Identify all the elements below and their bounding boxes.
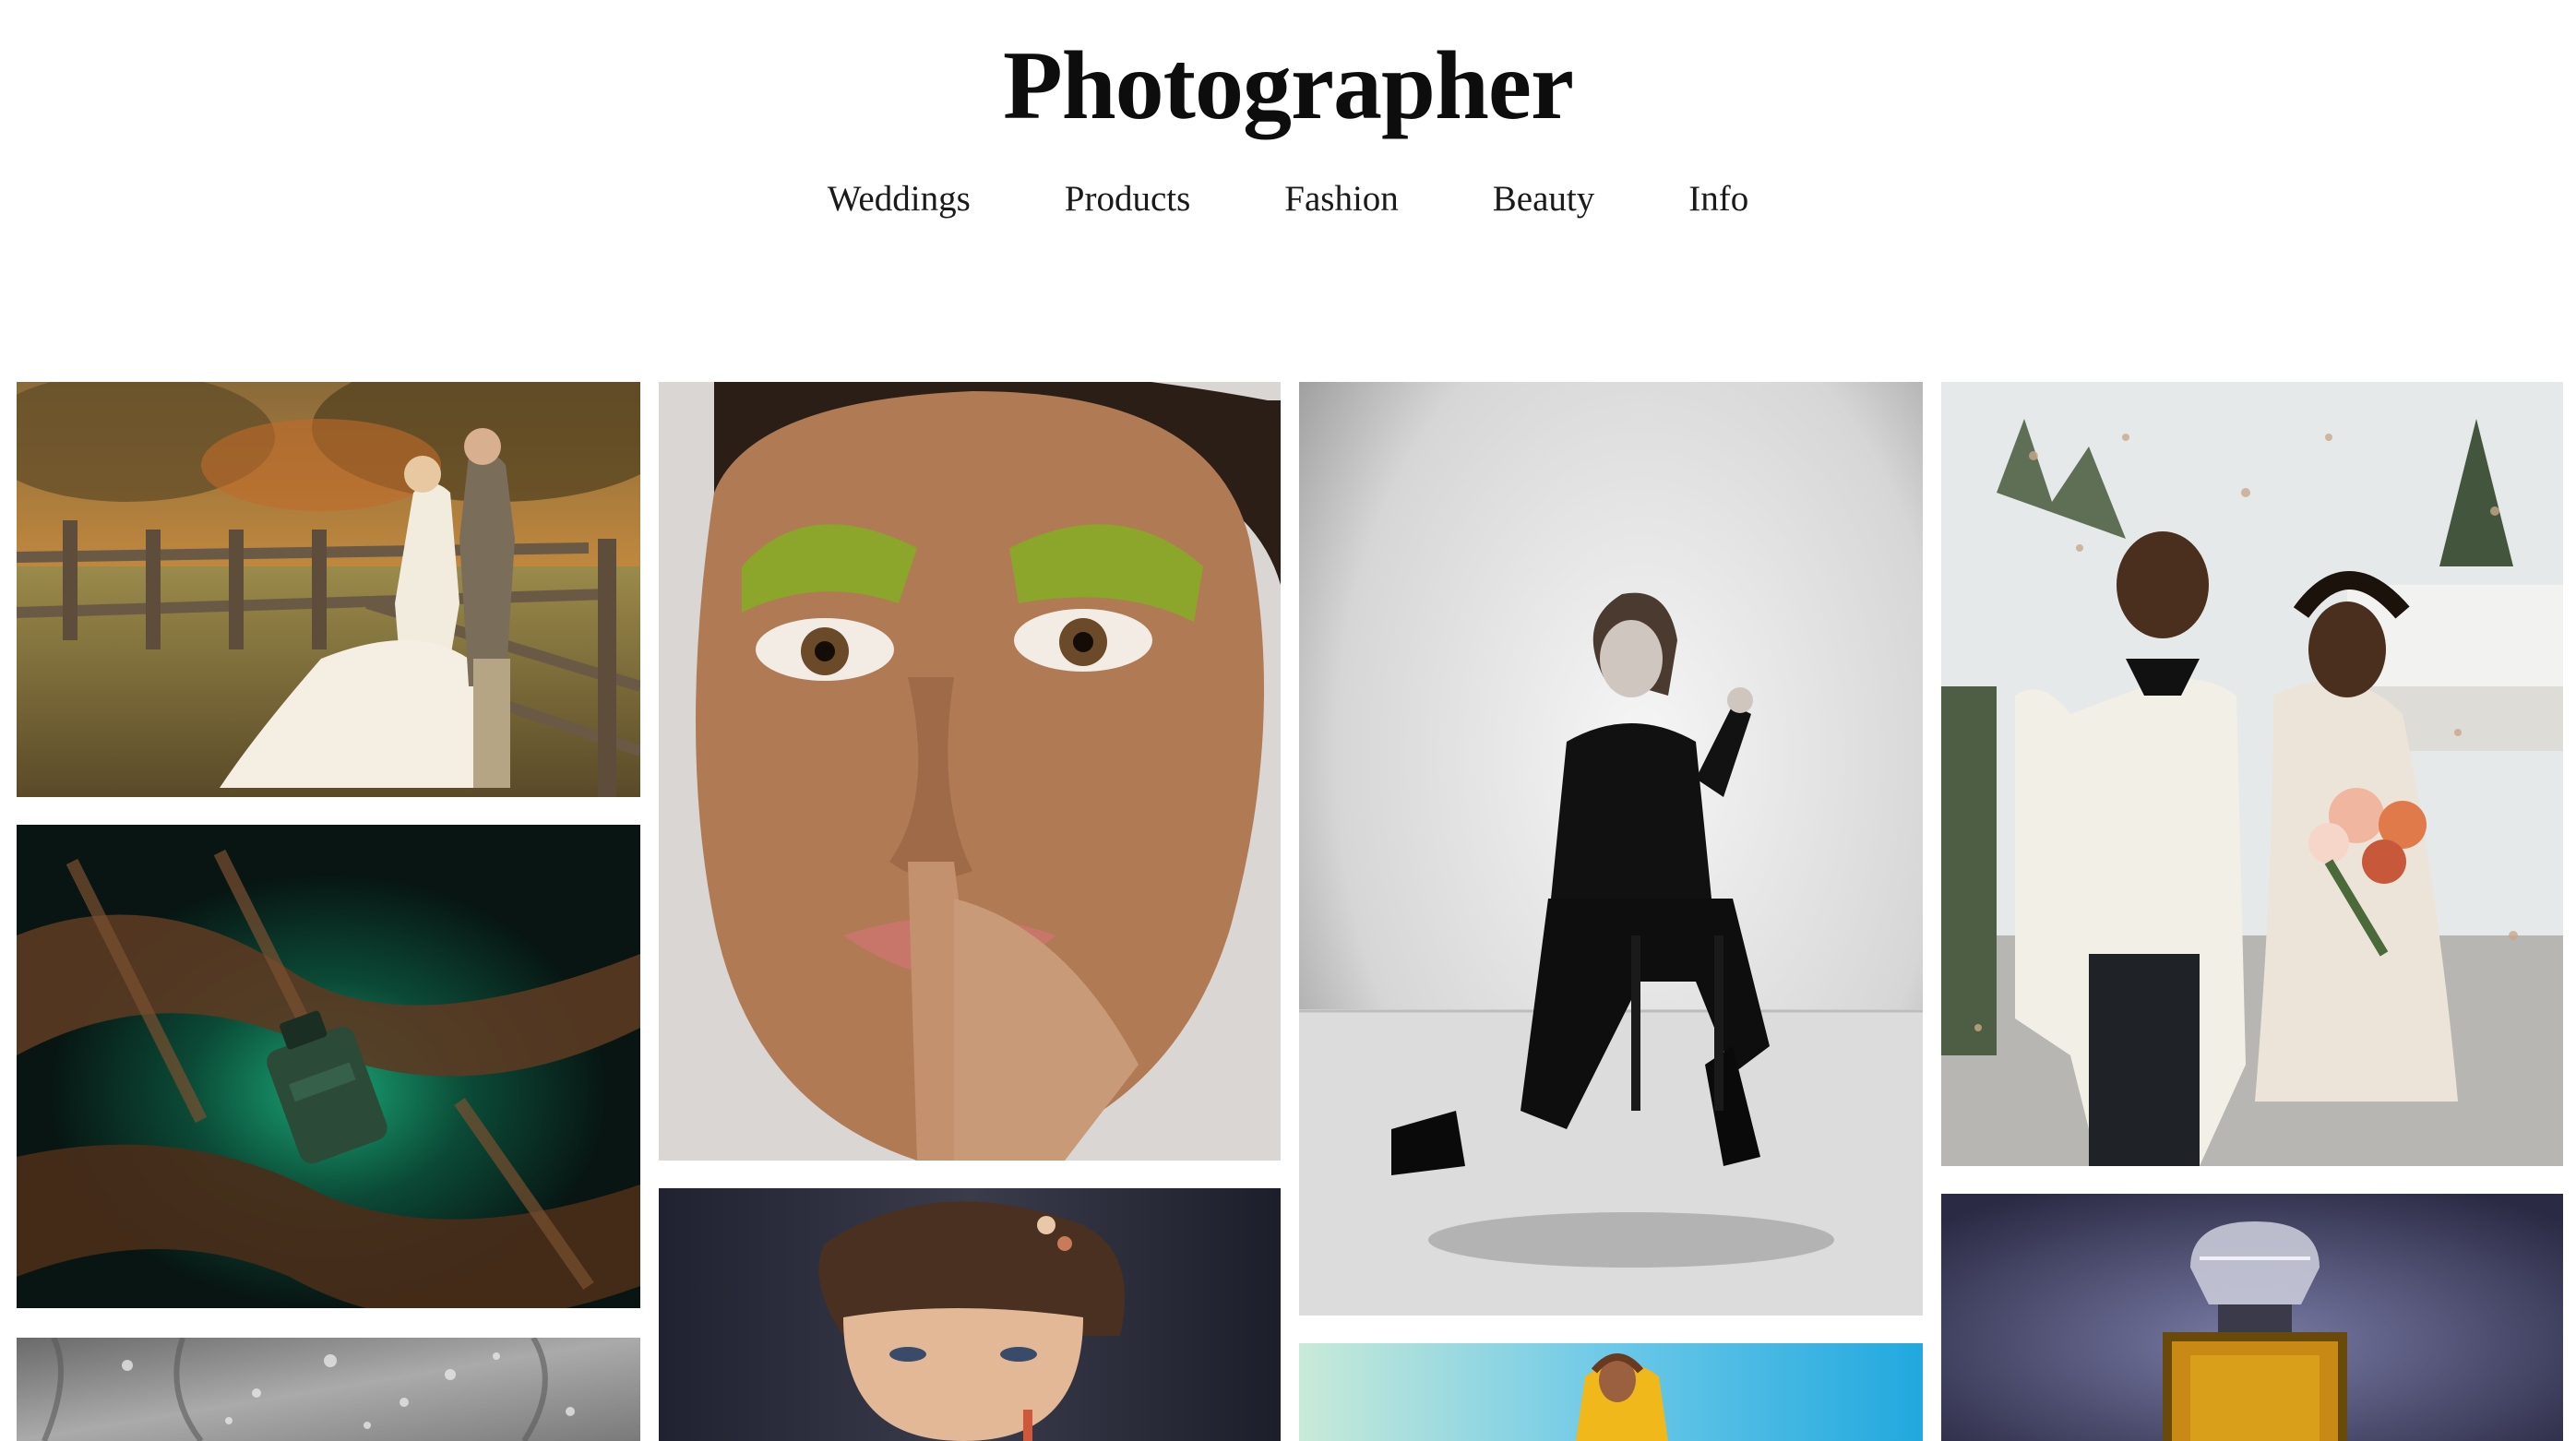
photo-fashion-yellow[interactable]: [1299, 1343, 1923, 1441]
photo-beauty-green-eyeshadow[interactable]: [659, 382, 1281, 1161]
droplets-image: [17, 1338, 640, 1441]
photo-fashion-bw-seated[interactable]: [1299, 382, 1923, 1316]
photo-beauty-braided-hair[interactable]: [659, 1188, 1281, 1441]
photo-product-perfume-bottle[interactable]: [1941, 1194, 2563, 1441]
photo-wedding-fence[interactable]: [17, 382, 640, 797]
wedding-confetti-image: [1941, 382, 2563, 1166]
braided-hair-image: [659, 1188, 1281, 1441]
yellow-fashion-image: [1299, 1343, 1923, 1441]
photo-wedding-confetti[interactable]: [1941, 382, 2563, 1166]
bw-seated-image: [1299, 382, 1923, 1316]
perfume-bottle-image: [1941, 1194, 2563, 1441]
photo-product-perfume-bark[interactable]: [17, 825, 640, 1308]
green-eyeshadow-image: [659, 382, 1281, 1161]
wedding-fence-image: [17, 382, 640, 797]
perfume-bark-image: [17, 825, 640, 1308]
photo-product-droplets[interactable]: [17, 1338, 640, 1441]
photo-gallery: [0, 0, 2576, 1441]
